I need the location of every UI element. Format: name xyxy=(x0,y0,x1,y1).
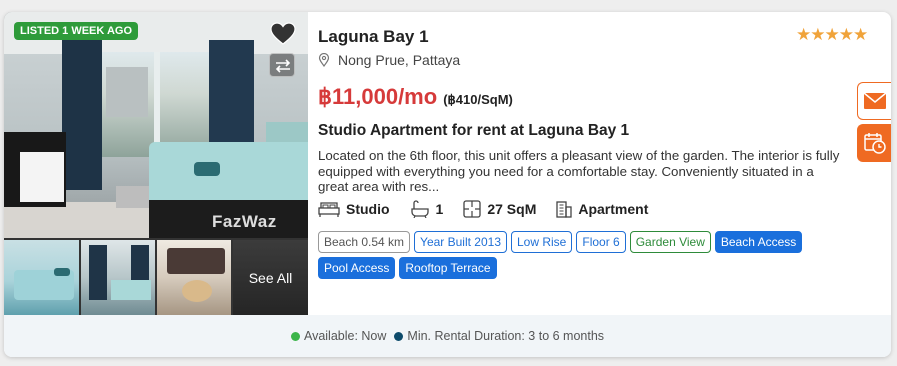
schedule-viewing-button[interactable] xyxy=(857,124,891,162)
calendar-clock-icon xyxy=(863,133,886,154)
tag-rooftop-terrace: Rooftop Terrace xyxy=(399,257,497,279)
email-button[interactable] xyxy=(857,82,891,120)
availability-text: Available: Now xyxy=(303,329,387,343)
tag-list: Beach 0.54 km Year Built 2013 Low Rise F… xyxy=(318,231,838,279)
rating-stars: ★★★★★ xyxy=(796,25,868,44)
tag-beach-distance: Beach 0.54 km xyxy=(318,231,411,253)
price-per-sqm: (฿410/SqM) xyxy=(443,92,513,107)
floorplan-icon xyxy=(463,200,481,218)
compare-icon[interactable] xyxy=(269,53,295,77)
tag-beach-access: Beach Access xyxy=(714,231,803,253)
duration-dot-icon xyxy=(394,332,404,341)
map-pin-icon xyxy=(318,53,330,67)
bed-icon xyxy=(318,202,340,217)
tag-low-rise: Low Rise xyxy=(511,231,573,253)
available-dot-icon xyxy=(290,332,300,341)
price-row: ฿11,000/mo (฿410/SqM) xyxy=(318,84,513,110)
heart-icon[interactable] xyxy=(270,22,296,46)
tag-floor: Floor 6 xyxy=(576,231,626,253)
tag-year-built: Year Built 2013 xyxy=(414,231,507,253)
watermark: FazWaz xyxy=(212,212,277,231)
side-actions xyxy=(857,82,891,166)
bedroom-value: Studio xyxy=(346,201,390,217)
rental-duration: Min. Rental Duration: 3 to 6 months xyxy=(394,329,604,343)
thumbnail-2[interactable] xyxy=(81,240,155,315)
photo-gallery: FazWaz LISTED 1 WEEK AGO See All xyxy=(4,12,308,315)
listing-headline[interactable]: Studio Apartment for rent at Laguna Bay … xyxy=(318,122,629,140)
property-type-value: Apartment xyxy=(578,201,649,217)
price: ฿11,000/mo xyxy=(318,84,438,109)
mail-icon xyxy=(863,92,886,109)
location-row: Nong Prue, Pattaya xyxy=(318,52,460,68)
listing-title[interactable]: Laguna Bay 1 xyxy=(318,27,429,47)
building-icon xyxy=(556,201,573,218)
see-all-button[interactable]: See All xyxy=(233,240,308,315)
listing-card[interactable]: FazWaz LISTED 1 WEEK AGO See All Laguna … xyxy=(4,12,891,357)
tag-pool-access: Pool Access xyxy=(318,257,396,279)
thumbnail-1[interactable] xyxy=(4,240,79,315)
listing-info: Laguna Bay 1 Nong Prue, Pattaya ฿11,000/… xyxy=(318,12,839,315)
features-row: Studio 1 27 SqM Apartment xyxy=(318,200,648,218)
listed-badge: LISTED 1 WEEK AGO xyxy=(14,22,139,40)
location-text: Nong Prue, Pattaya xyxy=(338,52,461,68)
thumbnail-strip: See All xyxy=(4,240,308,315)
bathrooms-value: 1 xyxy=(435,201,444,217)
area-value: 27 SqM xyxy=(487,201,537,217)
listing-description: Located on the 6th floor, this unit offe… xyxy=(318,148,840,194)
main-photo[interactable]: FazWaz xyxy=(4,12,308,238)
rental-duration-text: Min. Rental Duration: 3 to 6 months xyxy=(407,329,605,343)
bathtub-icon xyxy=(410,200,429,218)
listing-footer: Available: Now Min. Rental Duration: 3 t… xyxy=(4,315,891,357)
tag-garden-view: Garden View xyxy=(629,231,711,253)
thumbnail-3[interactable] xyxy=(157,240,231,315)
availability-status: Available: Now xyxy=(290,329,387,343)
